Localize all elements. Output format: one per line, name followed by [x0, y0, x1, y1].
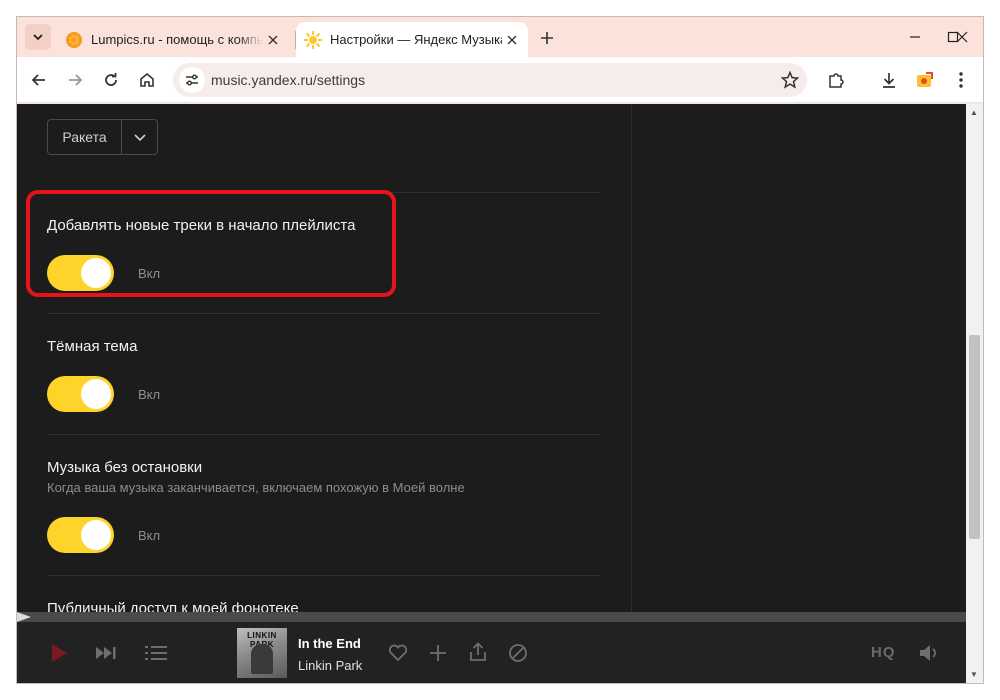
toggle-label: Вкл: [138, 387, 161, 402]
playlist-icon: [145, 646, 167, 660]
toggle-knob: [81, 379, 111, 409]
heart-icon: [388, 644, 408, 662]
play-button[interactable]: [47, 640, 71, 666]
setting-title: Публичный доступ к моей фонотеке: [47, 600, 299, 612]
tab-search-button[interactable]: [25, 24, 51, 50]
downloads-button[interactable]: [875, 66, 903, 94]
chevron-down-icon: [33, 34, 43, 41]
scrollbar-thumb[interactable]: [969, 335, 980, 539]
site-settings-icon[interactable]: [179, 67, 205, 93]
setting-description: Когда ваша музыка заканчивается, включае…: [47, 480, 465, 495]
home-icon: [140, 72, 154, 87]
divider: [47, 313, 601, 314]
toggle-dark-theme[interactable]: [47, 376, 114, 412]
divider: [47, 575, 601, 576]
next-track-icon: [96, 647, 116, 659]
close-window-button[interactable]: [941, 23, 983, 51]
album-art-figure: [251, 644, 273, 674]
quality-button[interactable]: HQ: [871, 644, 896, 661]
page-scrollbar[interactable]: ▲ ▼: [966, 104, 983, 683]
progress-handle-icon[interactable]: [17, 612, 31, 622]
more-vertical-icon: [959, 72, 963, 88]
volume-icon: [920, 645, 936, 661]
scroll-up-icon[interactable]: ▲: [970, 108, 978, 117]
close-tab-icon[interactable]: [502, 30, 522, 50]
select-dropdown-button[interactable]: [122, 120, 157, 154]
bookmark-star-icon[interactable]: [777, 67, 803, 93]
address-bar[interactable]: music.yandex.ru/settings: [173, 63, 807, 97]
close-tab-icon[interactable]: [263, 30, 283, 50]
home-button[interactable]: [133, 66, 161, 94]
download-icon: [883, 73, 895, 88]
profile-button[interactable]: [911, 66, 939, 94]
browser-window: Lumpics.ru - помощь с компьютером Настро…: [16, 16, 984, 684]
player-progress-bar[interactable]: [17, 612, 966, 622]
minimize-icon: [910, 36, 920, 38]
toggle-knob: [81, 520, 111, 550]
url-text: music.yandex.ru/settings: [211, 72, 366, 88]
reload-button[interactable]: [97, 66, 125, 94]
page-content: Ракета Добавлять новые треки в начало пл…: [17, 104, 966, 612]
setting-title: Тёмная тема: [47, 338, 138, 355]
extensions-button[interactable]: [822, 66, 850, 94]
setting-title: Музыка без остановки: [47, 459, 203, 476]
sound-select[interactable]: Ракета: [47, 119, 158, 155]
lumpics-orange-icon: [65, 31, 83, 49]
tab-yandex-music[interactable]: Настройки — Яндекс Музыка: [296, 22, 528, 57]
browser-toolbar: music.yandex.ru/settings: [17, 57, 983, 103]
close-icon: [956, 31, 968, 43]
toggle-nonstop-music[interactable]: [47, 517, 114, 553]
column-divider: [631, 104, 632, 612]
highlight-frame: [26, 190, 396, 297]
minimize-button[interactable]: [895, 23, 935, 51]
track-title[interactable]: In the End: [298, 636, 361, 651]
forward-button[interactable]: [61, 66, 89, 94]
track-artist[interactable]: Linkin Park: [298, 658, 362, 673]
block-icon: [509, 644, 527, 662]
queue-button[interactable]: [144, 642, 168, 664]
block-track-button[interactable]: [506, 641, 530, 665]
like-button[interactable]: [386, 641, 410, 665]
scroll-down-icon[interactable]: ▼: [970, 670, 978, 679]
reload-icon: [105, 73, 117, 86]
yandex-music-sun-icon: [304, 30, 322, 49]
tab-strip: Lumpics.ru - помощь с компьютером Настро…: [17, 17, 983, 57]
back-button[interactable]: [25, 66, 53, 94]
select-value: Ракета: [48, 120, 122, 154]
arrow-right-icon: [69, 74, 83, 86]
volume-button[interactable]: [917, 641, 943, 665]
menu-button[interactable]: [947, 66, 975, 94]
profile-extension-icon: [917, 72, 933, 87]
puzzle-icon: [829, 73, 844, 88]
new-tab-button[interactable]: [535, 26, 559, 50]
arrow-left-icon: [31, 74, 45, 86]
music-player: LINKIN PARK In the End Linkin Park HQ: [17, 622, 966, 683]
toggle-label: Вкл: [138, 528, 161, 543]
share-button[interactable]: [466, 640, 490, 664]
plus-icon: [430, 645, 446, 661]
add-to-playlist-button[interactable]: [426, 641, 450, 665]
tab-title: Настройки — Яндекс Музыка: [330, 32, 502, 47]
album-cover[interactable]: LINKIN PARK: [237, 628, 287, 678]
divider: [47, 434, 601, 435]
plus-icon: [541, 32, 553, 44]
next-track-button[interactable]: [93, 642, 119, 664]
share-icon: [470, 642, 486, 661]
play-icon: [52, 644, 67, 662]
chevron-down-icon: [133, 134, 146, 142]
tab-lumpics[interactable]: Lumpics.ru - помощь с компьютером: [57, 22, 289, 57]
tab-title: Lumpics.ru - помощь с компьютером: [91, 32, 263, 47]
